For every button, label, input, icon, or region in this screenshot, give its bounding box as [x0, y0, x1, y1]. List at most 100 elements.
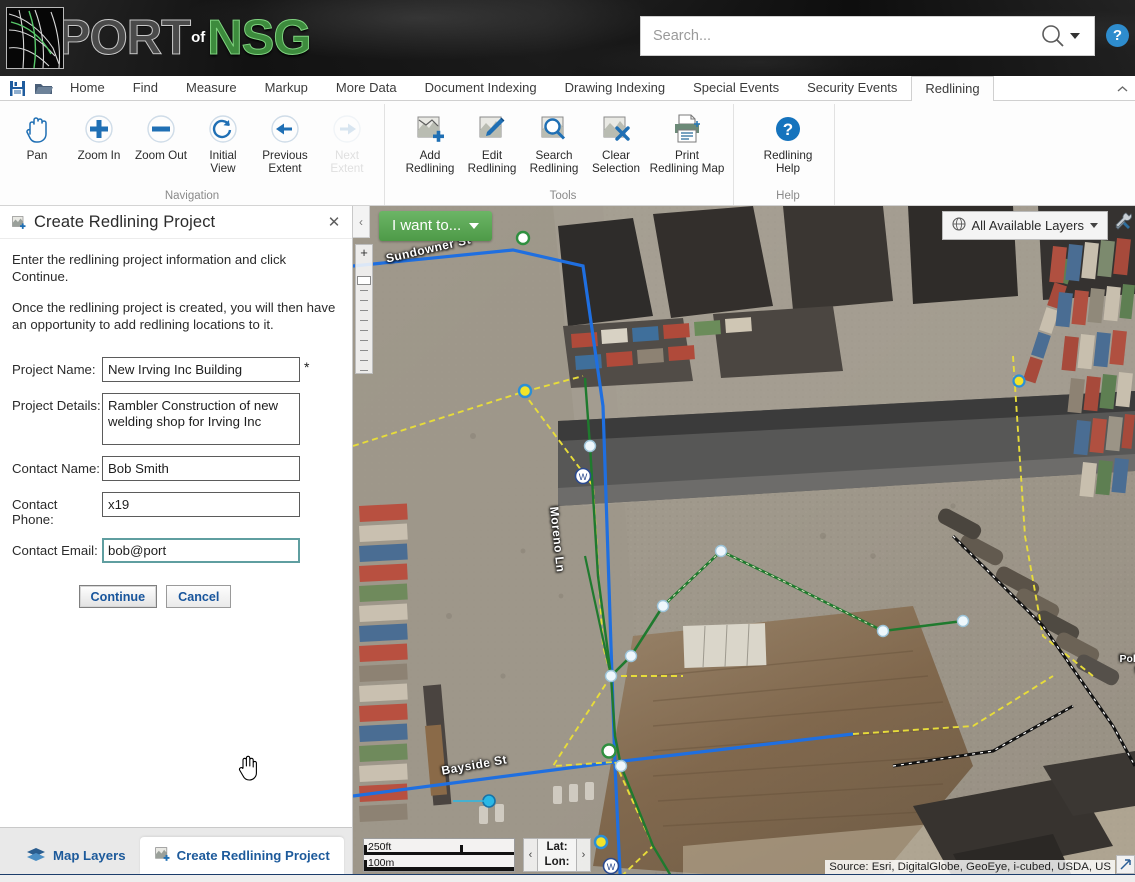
project-name-input[interactable]	[102, 357, 300, 382]
initial-view-button-label: Initial View	[209, 149, 237, 175]
available-layers-dropdown[interactable]: All Available Layers	[941, 211, 1108, 240]
vertex-handle	[604, 669, 618, 683]
scale-bar: 250ft 100m	[363, 838, 515, 872]
contact-email-input[interactable]	[102, 538, 300, 563]
redlining-feature	[583, 377, 964, 874]
app-logo: PORT of NSG	[6, 7, 312, 69]
clear-selection-button[interactable]: Clear Selection	[585, 104, 647, 190]
ribbon-group-help-label: Help	[776, 190, 800, 202]
edit-redlining-button-label: Edit Redlining	[467, 149, 517, 175]
open-folder-icon[interactable]	[32, 77, 54, 99]
ribbon-collapse-chevron-up-icon[interactable]	[1109, 78, 1135, 100]
ribbon-tab-markup[interactable]: Markup	[251, 75, 322, 100]
lon-label: Lon:	[544, 856, 570, 868]
continue-button[interactable]: Continue	[78, 585, 158, 608]
redlining-help-button[interactable]: ? Redlining Help	[748, 104, 828, 190]
panel-title: Create Redlining Project	[34, 212, 216, 231]
map-search-icon	[539, 112, 569, 146]
search-icon[interactable]	[1038, 21, 1068, 51]
previous-extent-button[interactable]: Previous Extent	[254, 104, 316, 190]
i-want-to-menu-button[interactable]: I want to...	[379, 211, 493, 241]
footer-tab-create-redlining-project[interactable]: Create Redlining Project	[139, 837, 344, 874]
ribbon-group-navigation-label: Navigation	[164, 190, 220, 202]
zoom-slider-knob[interactable]	[357, 276, 371, 285]
i-want-to-label: I want to...	[392, 217, 462, 234]
ribbon-group-navigation: Pan Zoom In Zoom Out Initial View Previo…	[0, 104, 385, 205]
zoom-slider-plus-label: +	[360, 245, 368, 260]
save-icon[interactable]	[6, 77, 28, 99]
contact-phone-label: Contact Phone:	[12, 497, 58, 527]
panel-intro-line-2: Once the redlining project is created, y…	[12, 300, 336, 332]
panel-footer-tabs: Map Layers Create Redlining Project	[0, 827, 352, 874]
previous-extent-button-label: Previous Extent	[262, 149, 308, 175]
search-dropdown-chevron-down-icon[interactable]	[1070, 33, 1080, 39]
initial-view-button[interactable]: Initial View	[192, 104, 254, 190]
ribbon-tab-redlining[interactable]: Redlining	[911, 76, 994, 101]
application-window: PORTofNSG ?	[0, 0, 1135, 882]
cancel-button[interactable]: Cancel	[166, 585, 232, 608]
coordinate-prev-chevron-left-icon[interactable]: ‹	[523, 838, 538, 872]
header-help-button[interactable]: ?	[1106, 24, 1129, 47]
print-redlining-map-button[interactable]: Print Redlining Map	[647, 104, 727, 190]
add-redlining-button[interactable]: Add Redlining	[399, 104, 461, 190]
ribbon: Home Find Measure Markup More Data Docum…	[0, 76, 1135, 206]
pan-button[interactable]: Pan	[6, 104, 68, 190]
form-row-contact-name: Contact Name:	[12, 456, 340, 481]
logo-word-of: of	[191, 28, 206, 46]
ribbon-tab-document-indexing[interactable]: Document Indexing	[411, 75, 551, 100]
ribbon-tab-find[interactable]: Find	[119, 75, 172, 100]
contact-name-input[interactable]	[102, 456, 300, 481]
ribbon-tab-drawing-indexing[interactable]: Drawing Indexing	[551, 75, 679, 100]
map-viewport[interactable]: W W Pole Barn 549 Sundowner St Moreno Ln…	[353, 206, 1135, 874]
redlining-help-button-label: Redlining Help	[763, 149, 813, 175]
zoom-out-button-label: Zoom Out	[135, 149, 187, 162]
map-edit-icon	[477, 112, 507, 146]
global-search[interactable]	[640, 16, 1095, 56]
ribbon-tab-special-events[interactable]: Special Events	[679, 75, 793, 100]
search-input[interactable]	[641, 17, 1038, 55]
ribbon-tab-home[interactable]: Home	[56, 75, 119, 100]
scale-bar-feet: 250ft	[364, 839, 514, 855]
map-add-icon	[11, 215, 26, 230]
chevron-down-icon	[469, 222, 480, 229]
search-redlining-button-label: Search Redlining	[529, 149, 579, 175]
hand-icon	[24, 112, 50, 146]
ribbon-tab-security-events[interactable]: Security Events	[793, 75, 911, 100]
coordinate-next-chevron-right-icon[interactable]: ›	[576, 838, 591, 872]
map-add-icon	[415, 112, 445, 146]
project-details-textarea[interactable]	[102, 393, 300, 445]
layers-icon	[26, 847, 46, 865]
arrow-right-circle-icon	[332, 112, 362, 146]
search-redlining-button[interactable]: Search Redlining	[523, 104, 585, 190]
chevron-down-icon	[1090, 223, 1098, 228]
point-markers	[482, 230, 1026, 850]
ribbon-group-help: ? Redlining Help Help	[742, 104, 835, 205]
footer-tab-map-layers[interactable]: Map Layers	[12, 837, 140, 874]
zoom-slider[interactable]: +	[355, 244, 373, 374]
ribbon-tab-more-data[interactable]: More Data	[322, 75, 411, 100]
zoom-out-button[interactable]: Zoom Out	[130, 104, 192, 190]
ribbon-group-tools: Add Redlining Edit Redlining Search Redl…	[393, 104, 734, 205]
scale-bar-meters: 100m	[364, 855, 514, 871]
edit-redlining-button[interactable]: Edit Redlining	[461, 104, 523, 190]
ribbon-content: Pan Zoom In Zoom Out Initial View Previo…	[0, 101, 1135, 205]
zoom-slider-track[interactable]	[356, 262, 372, 373]
coordinate-readout: ‹ Lat: Lon: ›	[523, 838, 591, 872]
map-tools-icon[interactable]	[1110, 208, 1135, 234]
next-extent-button: Next Extent	[316, 104, 378, 190]
project-name-label: Project Name:	[12, 362, 96, 377]
form-row-project-name: Project Name: *	[12, 357, 340, 382]
ribbon-group-tools-label: Tools	[549, 190, 577, 202]
form-row-project-details: Project Details:	[12, 393, 340, 445]
collapse-panel-chevron-left-icon[interactable]: ‹	[353, 206, 370, 238]
close-icon[interactable]: ✕	[324, 212, 344, 232]
resize-grip-icon[interactable]	[1116, 855, 1135, 874]
contact-phone-input[interactable]	[102, 492, 300, 517]
scale-meters-label: 100m	[368, 857, 395, 869]
globe-icon	[951, 217, 966, 234]
ribbon-tab-measure[interactable]: Measure	[172, 75, 251, 100]
vertex-handle	[714, 544, 728, 558]
pan-button-label: Pan	[26, 149, 48, 162]
zoom-in-button[interactable]: Zoom In	[68, 104, 130, 190]
redlining-vertices	[583, 439, 970, 773]
